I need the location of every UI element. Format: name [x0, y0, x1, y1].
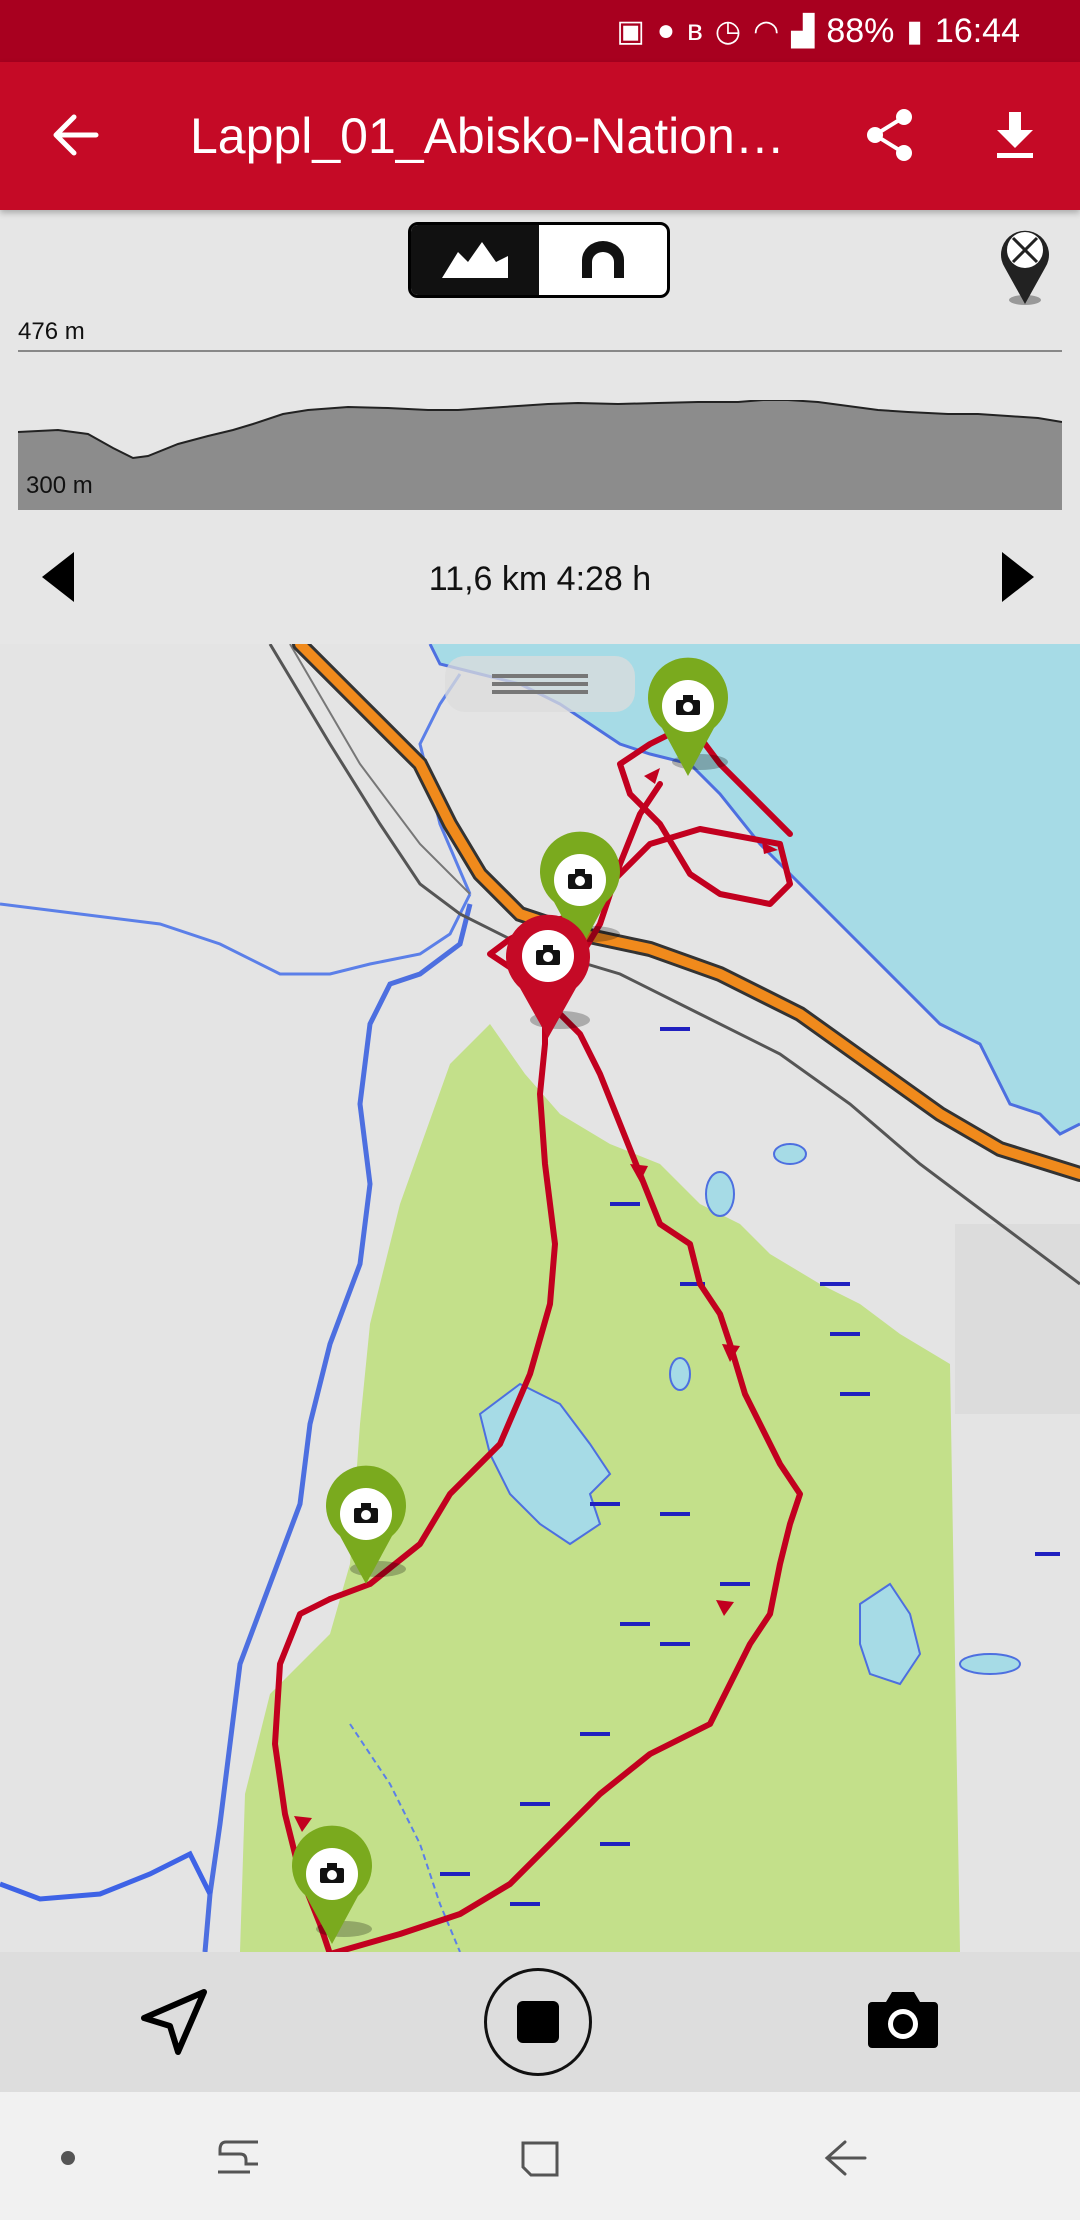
home-dot-icon	[61, 2151, 75, 2165]
share-button[interactable]	[855, 100, 925, 170]
download-button[interactable]	[980, 100, 1050, 170]
toggle-elevation-option[interactable]	[411, 225, 539, 295]
locate-button[interactable]	[140, 1988, 210, 2058]
home-button[interactable]	[38, 2128, 98, 2188]
map-toolbar	[0, 1952, 1080, 2092]
camera-icon	[868, 1992, 938, 2048]
track-stats: 11,6 km 4:28 h	[428, 560, 652, 598]
elevation-chart	[18, 400, 1062, 510]
elevation-min-label: 300 m	[26, 472, 93, 499]
arrow-left-icon	[53, 114, 99, 156]
elevation-max-line	[18, 350, 1062, 352]
elevation-profile-icon	[442, 242, 508, 278]
overview-icon	[521, 2141, 559, 2177]
back-button[interactable]	[40, 100, 110, 170]
take-photo-button[interactable]	[866, 1988, 940, 2058]
battery-icon: ▮	[906, 14, 923, 48]
share-icon	[867, 109, 912, 161]
waypoints-toggle-button[interactable]	[995, 222, 1055, 308]
panel-drag-handle[interactable]	[445, 656, 635, 712]
clock: 16:44	[934, 11, 1020, 50]
stop-recording-button[interactable]	[484, 1968, 592, 2076]
back-icon	[824, 2140, 867, 2176]
signal-icon: ▟	[791, 14, 815, 48]
stop-icon	[517, 2001, 559, 2043]
navigation-arrow-icon	[141, 1989, 207, 2055]
tunnel-profile-icon	[582, 241, 624, 278]
map-view[interactable]	[0, 644, 1080, 1952]
triangle-left-icon	[42, 552, 74, 602]
download-icon	[997, 112, 1033, 158]
alarm-icon: ◷	[714, 14, 742, 48]
toggle-tunnel-option[interactable]	[539, 225, 667, 295]
location-icon: ●	[656, 14, 675, 47]
recents-button[interactable]	[208, 2128, 268, 2188]
map-canvas	[0, 644, 1080, 1952]
previous-segment-button[interactable]	[40, 550, 80, 610]
hide-marker-icon	[1001, 230, 1049, 305]
nav-back-button[interactable]	[815, 2128, 875, 2188]
recents-icon	[218, 2140, 258, 2174]
wifi-icon: ◠	[753, 14, 780, 48]
system-nav-bar	[0, 2092, 1080, 2220]
page-title: Lappl_01_Abisko-Nationalpark	[190, 108, 810, 164]
profile-type-toggle[interactable]	[408, 222, 670, 298]
status-bar: ▣ ● ʙ ◷ ◠ ▟ 88% ▮ 16:44	[0, 0, 1080, 62]
battery-percent: 88%	[826, 11, 895, 50]
battery-saver-icon: ▣	[616, 14, 645, 48]
overview-button[interactable]	[510, 2128, 570, 2188]
bluetooth-icon: ʙ	[686, 14, 703, 47]
triangle-right-icon	[1002, 552, 1034, 602]
next-segment-button[interactable]	[1000, 550, 1040, 610]
elevation-max-label: 476 m	[18, 318, 85, 345]
app-bar: Lappl_01_Abisko-Nationalpark	[0, 62, 1080, 210]
elevation-profile-panel: 476 m 300 m 11,6 km 4:28 h	[0, 210, 1080, 644]
